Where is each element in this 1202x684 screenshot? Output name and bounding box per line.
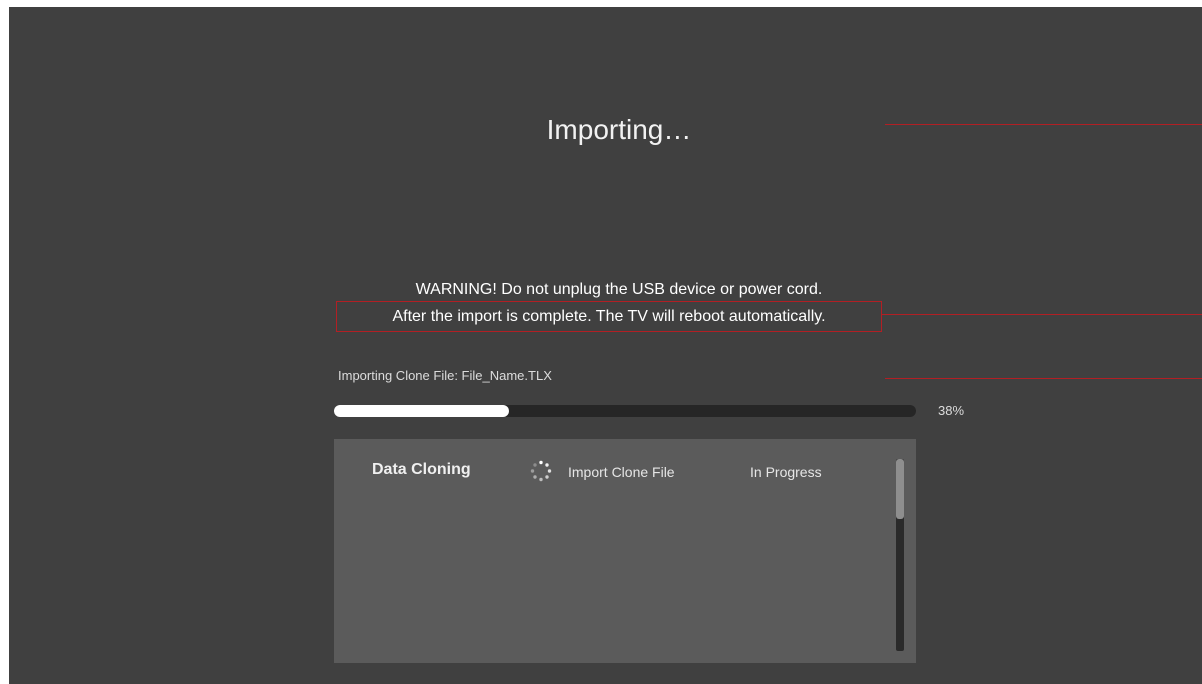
annotation-leader-file-label bbox=[885, 378, 1202, 379]
task-name: Import Clone File bbox=[568, 464, 675, 480]
task-list-panel: Data Cloning Import Clone File In Progre… bbox=[334, 439, 916, 663]
scrollbar-thumb[interactable] bbox=[896, 459, 904, 519]
import-screen: Importing… WARNING! Do not unplug the US… bbox=[9, 7, 1202, 684]
page-title: Importing… bbox=[546, 114, 692, 145]
annotation-leader-title bbox=[885, 124, 1202, 125]
progress-percentage: 38% bbox=[938, 403, 965, 418]
annotation-leader-reboot-notice bbox=[882, 314, 1202, 315]
reboot-notice: After the import is complete. The TV wil… bbox=[336, 301, 882, 332]
task-category-label: Data Cloning bbox=[372, 461, 471, 478]
loading-spinner-icon bbox=[530, 460, 552, 482]
progress-bar-fill bbox=[334, 405, 509, 417]
importing-file-label: Importing Clone File: File_Name.TLX bbox=[338, 368, 552, 383]
progress-bar bbox=[334, 405, 916, 417]
warning-text: WARNING! Do not unplug the USB device or… bbox=[415, 281, 823, 298]
task-status: In Progress bbox=[750, 464, 822, 480]
task-list-scrollbar[interactable] bbox=[896, 459, 904, 651]
